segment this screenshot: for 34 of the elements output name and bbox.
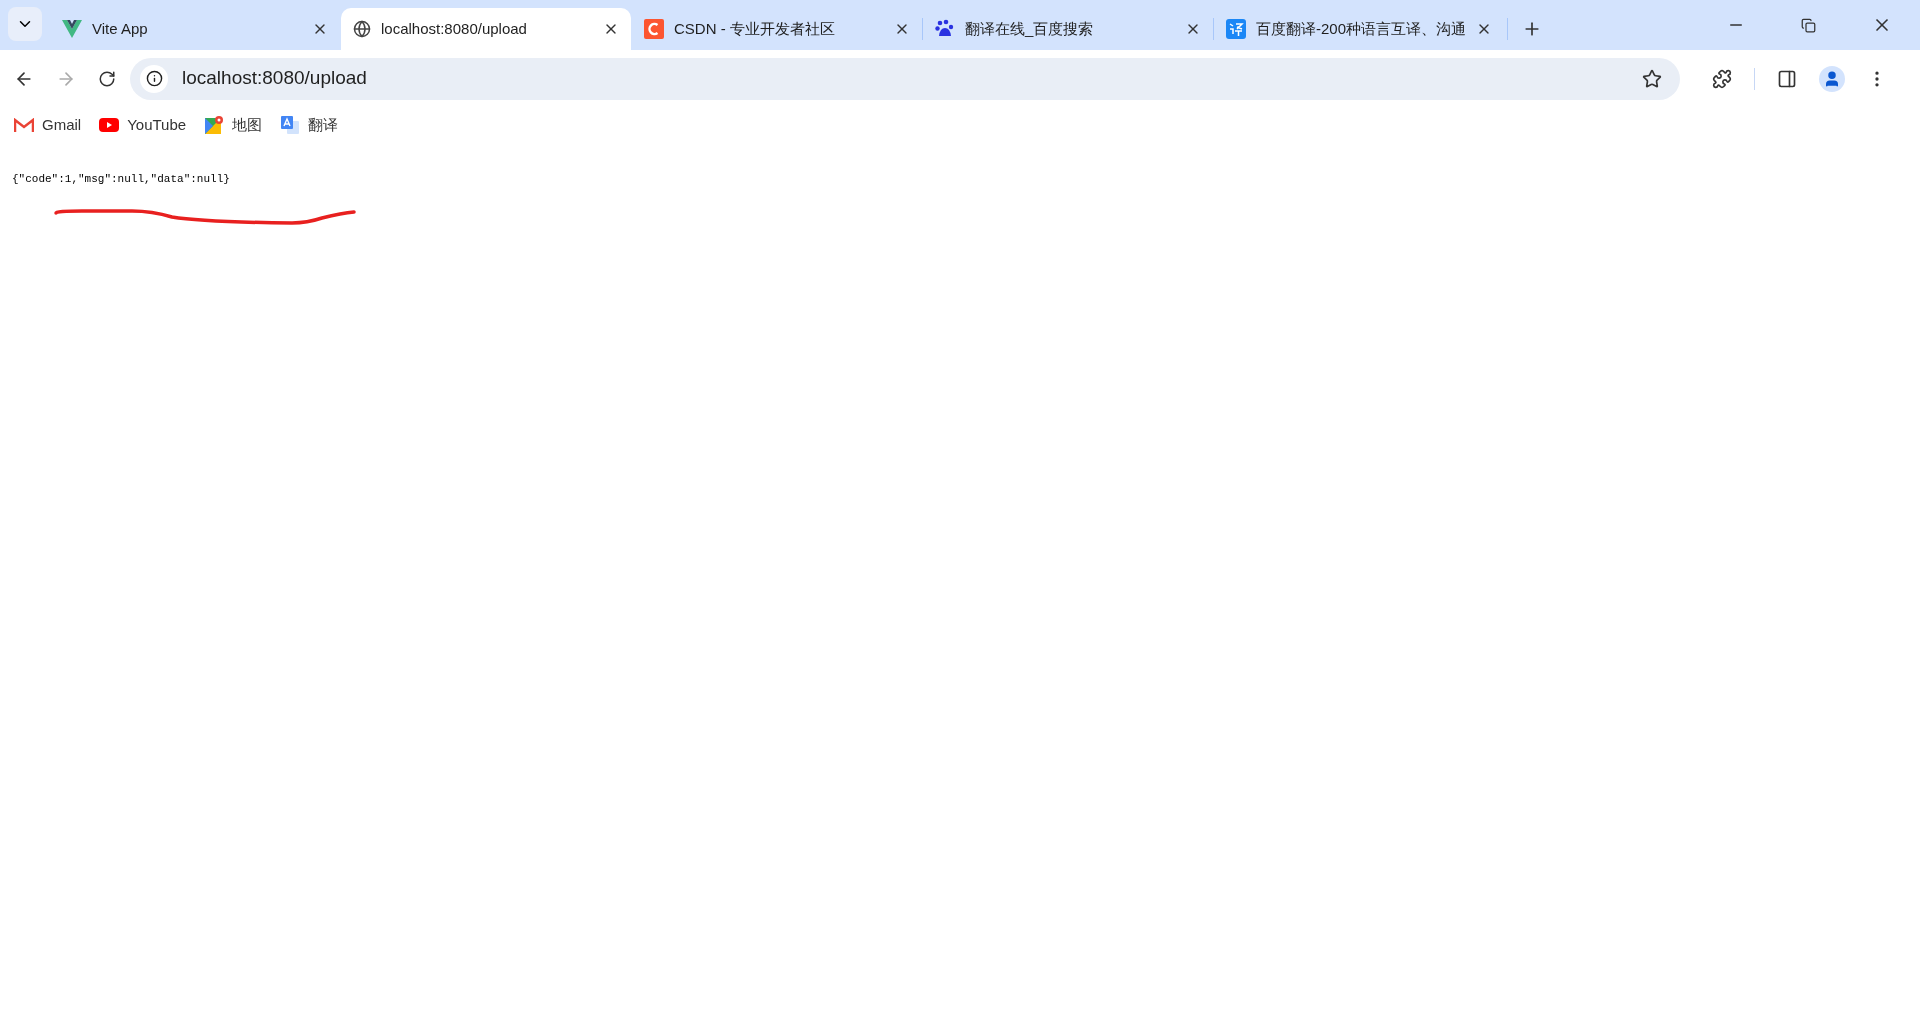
person-icon <box>1823 69 1841 88</box>
tab-title: localhost:8080/upload <box>381 18 528 39</box>
bookmark-item[interactable]: 翻译 <box>280 113 339 137</box>
envelope-m-icon <box>14 117 34 133</box>
c-logo-icon <box>644 19 664 39</box>
restore-icon[interactable] <box>1801 17 1816 33</box>
tab-title: CSDN - 专业开发者社区 <box>674 18 836 39</box>
browser-tab[interactable]: CSDN - 专业开发者社区 <box>632 8 922 50</box>
profile-avatar[interactable] <box>1819 65 1845 92</box>
reload-icon[interactable] <box>98 69 116 88</box>
site-info-icon[interactable] <box>145 70 163 87</box>
paw-icon <box>935 19 955 39</box>
side-panel-icon[interactable] <box>1777 68 1797 89</box>
play-icon <box>99 118 120 132</box>
extensions-icon[interactable] <box>1712 68 1732 89</box>
browser-tab[interactable]: 百度翻译-200种语言互译、沟通 <box>1214 8 1504 50</box>
json-response-text: {"code":1,"msg":null,"data":null} <box>12 172 231 187</box>
translate-logo-icon <box>1226 19 1246 39</box>
bookmark-item[interactable]: YouTube <box>99 113 187 137</box>
browser-tab[interactable]: Vite App <box>50 8 340 50</box>
map-icon <box>204 115 225 135</box>
v-logo-icon <box>62 20 82 38</box>
bookmark-item[interactable]: 地图 <box>204 113 263 137</box>
bookmark-star-icon[interactable] <box>1642 68 1662 89</box>
tab-title: Vite App <box>92 18 149 39</box>
globe-icon <box>353 20 371 38</box>
translate-icon <box>280 115 301 135</box>
bookmark-item[interactable]: Gmail <box>14 113 82 137</box>
tab-title: 翻译在线_百度搜索 <box>965 18 1095 39</box>
address-bar[interactable]: localhost:8080/upload <box>130 57 1680 100</box>
browser-tab[interactable]: localhost:8080/upload <box>341 8 631 50</box>
url-text: localhost:8080/upload <box>182 66 368 91</box>
tab-title: 百度翻译-200种语言互译、沟通 <box>1256 18 1466 39</box>
browser-tab[interactable]: 翻译在线_百度搜索 <box>923 8 1213 50</box>
